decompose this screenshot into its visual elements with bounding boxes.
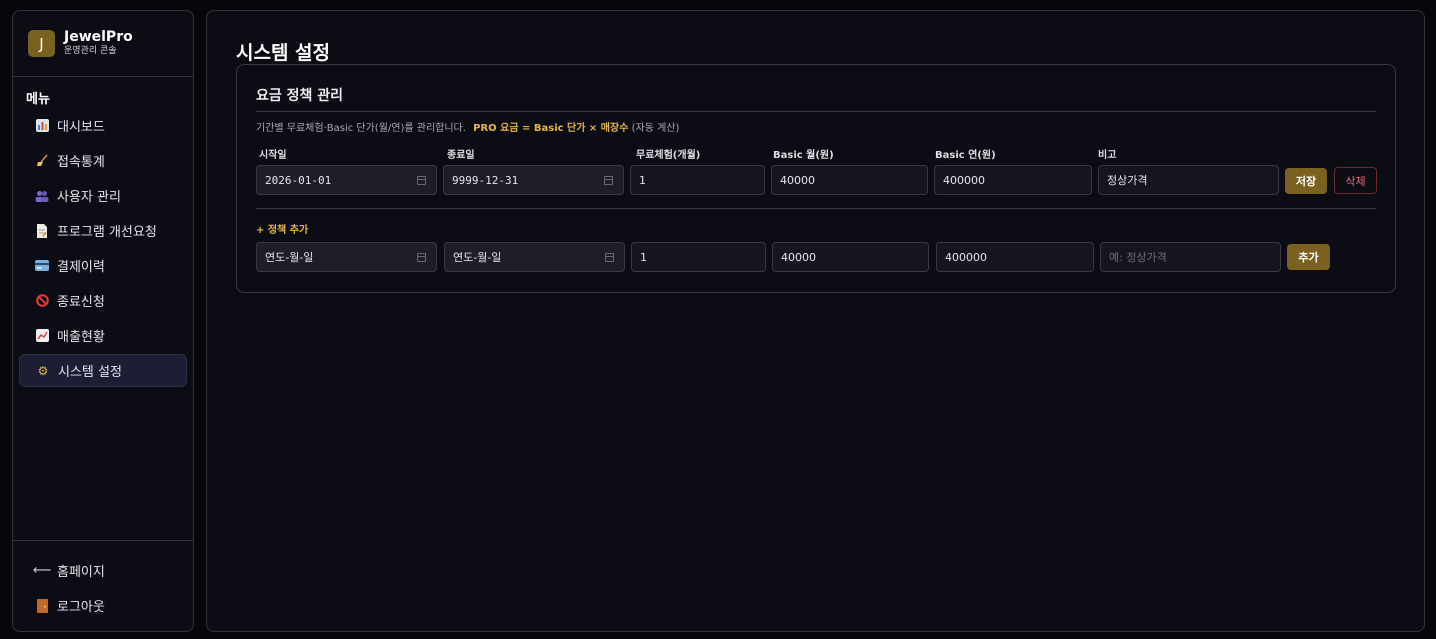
- divider: [256, 208, 1376, 209]
- new-trial-months-input[interactable]: 1: [631, 242, 766, 272]
- bar-chart-icon: [34, 119, 50, 133]
- nav-label: 접속통계: [57, 155, 105, 170]
- nav-item-homepage[interactable]: ⟵ 홈페이지: [19, 554, 187, 587]
- new-start-date-placeholder: 연도-월-일: [265, 251, 314, 264]
- brand-name: JewelPro: [64, 29, 133, 45]
- column-label-trial: 무료체험(개월): [636, 150, 701, 161]
- divider: [256, 111, 1376, 112]
- nav-item-termination-requests[interactable]: 종료신청: [19, 284, 187, 317]
- nav-label: 로그아웃: [57, 600, 105, 615]
- column-label-note: 비고: [1098, 150, 1117, 161]
- add-policy-label: + 정책 추가: [256, 225, 309, 236]
- sidebar-bottom: ⟵ 홈페이지 로그아웃: [13, 540, 193, 631]
- column-label-end: 종료일: [447, 150, 475, 161]
- document-icon: [34, 223, 50, 238]
- note-input[interactable]: 정상가격: [1098, 165, 1279, 195]
- start-date-input[interactable]: 2026-01-01: [256, 165, 437, 195]
- calendar-icon[interactable]: [605, 253, 614, 262]
- broom-icon: [34, 154, 50, 168]
- arrow-left-icon: ⟵: [32, 563, 52, 578]
- new-note-input[interactable]: 예: 정상가격: [1100, 242, 1281, 272]
- brand-logo: J: [28, 30, 55, 57]
- credit-card-icon: [34, 259, 50, 273]
- column-label-basic-month: Basic 월(원): [773, 150, 834, 161]
- new-basic-year-input[interactable]: 400000: [936, 242, 1094, 272]
- end-date-value: 9999-12-31: [452, 173, 519, 187]
- brand-subtitle: 운영관리 콘솔: [64, 46, 117, 56]
- basic-year-input[interactable]: 400000: [934, 165, 1092, 195]
- save-button[interactable]: 저장: [1285, 168, 1327, 194]
- calendar-icon[interactable]: [417, 253, 426, 262]
- card-title: 요금 정책 관리: [256, 88, 344, 104]
- calendar-icon[interactable]: [417, 176, 426, 185]
- nav-item-users[interactable]: 사용자 관리: [19, 179, 187, 212]
- pricing-policy-card: 요금 정책 관리 기간별 무료체험·Basic 단가(월/연)를 관리합니다. …: [236, 64, 1396, 293]
- nav-label: 사용자 관리: [57, 190, 121, 205]
- nav-item-sales[interactable]: 매출현황: [19, 319, 187, 352]
- calendar-icon[interactable]: [604, 176, 613, 185]
- trend-up-icon: [34, 329, 50, 343]
- nav-item-payment-history[interactable]: 결제이력: [19, 249, 187, 282]
- nav-item-dashboard[interactable]: 대시보드: [19, 109, 187, 142]
- formula: PRO 요금 = Basic 단가 × 매장수: [473, 123, 629, 134]
- formula-note: (자동 계산): [631, 123, 680, 134]
- nav-label: 대시보드: [57, 120, 105, 135]
- add-button[interactable]: 추가: [1287, 244, 1330, 270]
- menu-title: 메뉴: [26, 92, 50, 107]
- nav-item-improvement-requests[interactable]: 프로그램 개선요청: [19, 214, 187, 247]
- nav-label: 프로그램 개선요청: [57, 225, 157, 240]
- new-end-date-input[interactable]: 연도-월-일: [444, 242, 625, 272]
- nav-label: 홈페이지: [57, 565, 105, 580]
- new-end-date-placeholder: 연도-월-일: [453, 251, 502, 264]
- nav-label: 시스템 설정: [58, 365, 122, 380]
- column-label-start: 시작일: [259, 150, 287, 161]
- start-date-value: 2026-01-01: [265, 173, 332, 187]
- nav-label: 종료신청: [57, 295, 105, 310]
- description: 기간별 무료체험·Basic 단가(월/연)를 관리합니다. PRO 요금 = …: [256, 119, 679, 134]
- main-panel: 시스템 설정 요금 정책 관리 기간별 무료체험·Basic 단가(월/연)를 …: [206, 10, 1425, 632]
- delete-button[interactable]: 삭제: [1334, 167, 1377, 194]
- prohibited-icon: [34, 294, 50, 308]
- page-title: 시스템 설정: [236, 42, 331, 64]
- trial-months-input[interactable]: 1: [630, 165, 765, 195]
- nav-label: 매출현황: [57, 330, 105, 345]
- description-text: 기간별 무료체험·Basic 단가(월/연)를 관리합니다.: [256, 123, 466, 134]
- nav-label: 결제이력: [57, 260, 105, 275]
- new-start-date-input[interactable]: 연도-월-일: [256, 242, 437, 272]
- gear-icon: ⚙: [37, 363, 49, 378]
- column-label-basic-year: Basic 연(원): [935, 150, 996, 161]
- nav-item-logout[interactable]: 로그아웃: [19, 589, 187, 622]
- sidebar: J JewelPro 운영관리 콘솔 메뉴 대시보드 접속통계 사용자 관리 프…: [12, 10, 194, 632]
- basic-month-input[interactable]: 40000: [771, 165, 928, 195]
- end-date-input[interactable]: 9999-12-31: [443, 165, 624, 195]
- users-icon: [34, 189, 50, 203]
- door-icon: [34, 598, 50, 613]
- brand: J JewelPro 운영관리 콘솔: [13, 11, 193, 77]
- new-basic-month-input[interactable]: 40000: [772, 242, 929, 272]
- nav-item-access-stats[interactable]: 접속통계: [19, 144, 187, 177]
- nav-item-system-settings[interactable]: ⚙ 시스템 설정: [19, 354, 187, 387]
